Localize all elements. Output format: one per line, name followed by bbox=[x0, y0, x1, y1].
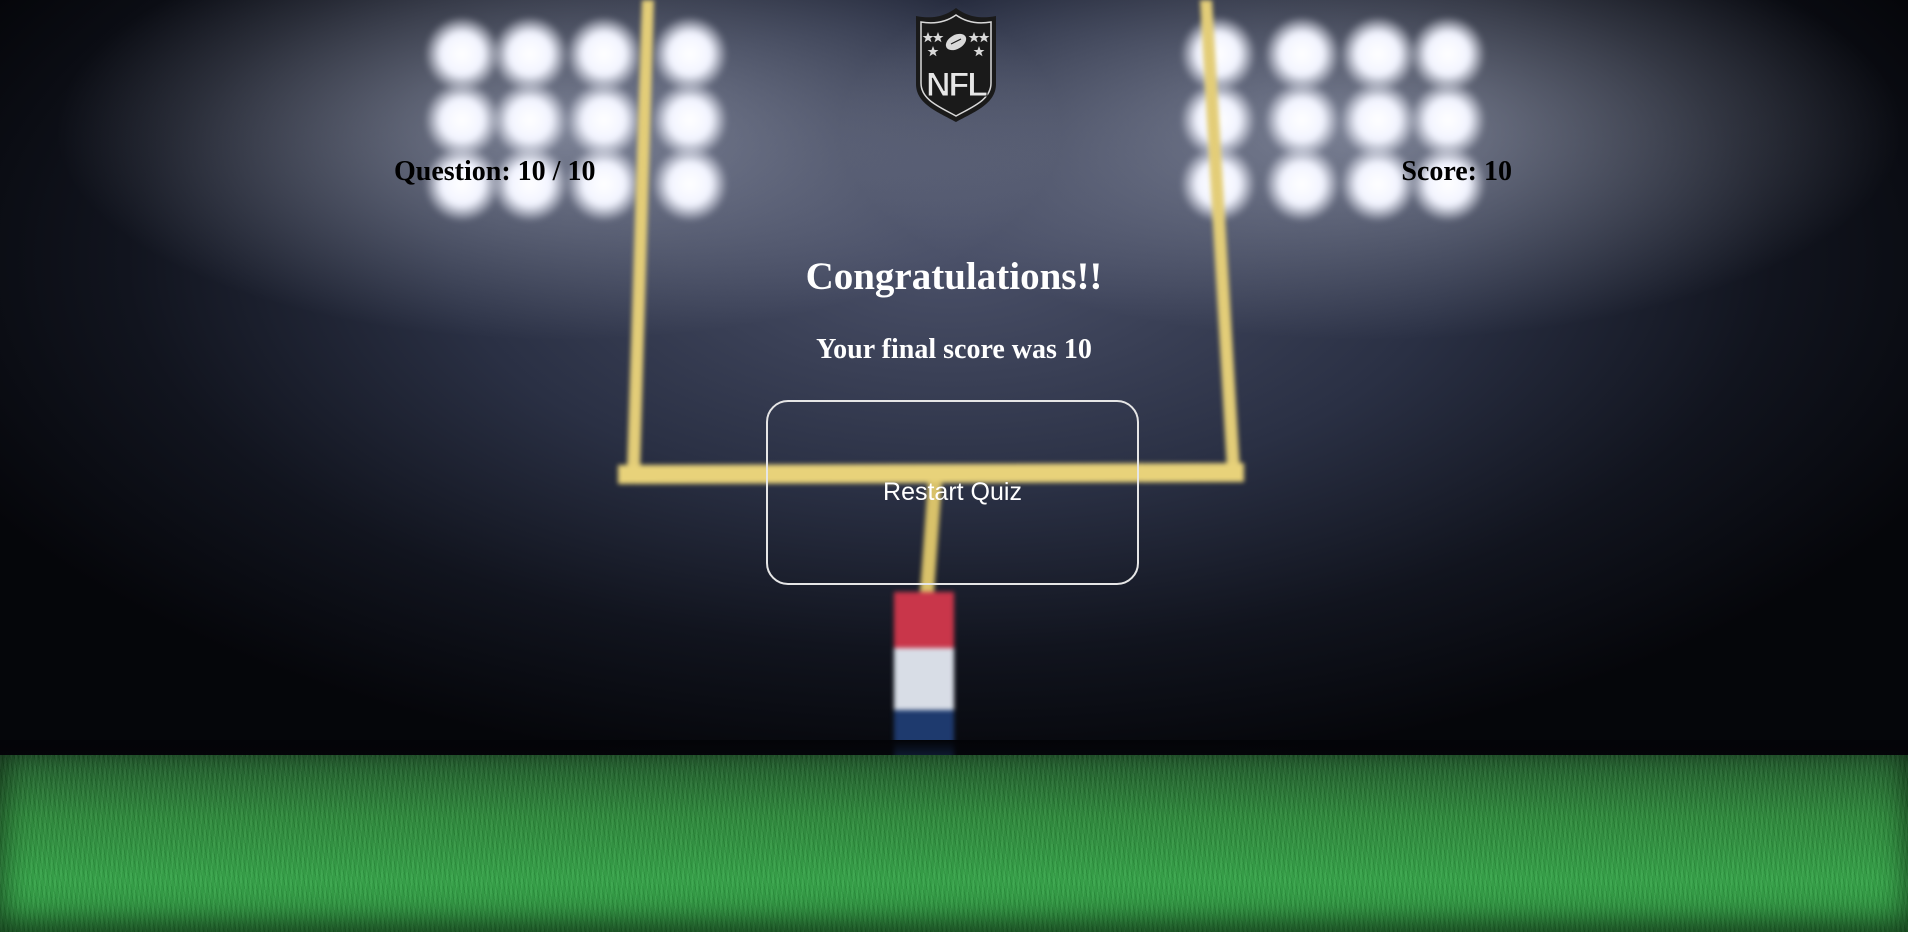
turf-field bbox=[0, 755, 1908, 932]
restart-quiz-button[interactable]: Restart Quiz bbox=[766, 400, 1139, 585]
score-counter: Score: 10 bbox=[1401, 156, 1512, 187]
nfl-shield-logo-icon: NFL bbox=[916, 8, 996, 122]
question-counter: Question: 10 / 10 bbox=[394, 156, 596, 187]
nfl-logo-text: NFL bbox=[926, 66, 987, 104]
congratulations-heading: Congratulations!! bbox=[805, 255, 1103, 298]
final-score-text: Your final score was 10 bbox=[816, 334, 1092, 365]
